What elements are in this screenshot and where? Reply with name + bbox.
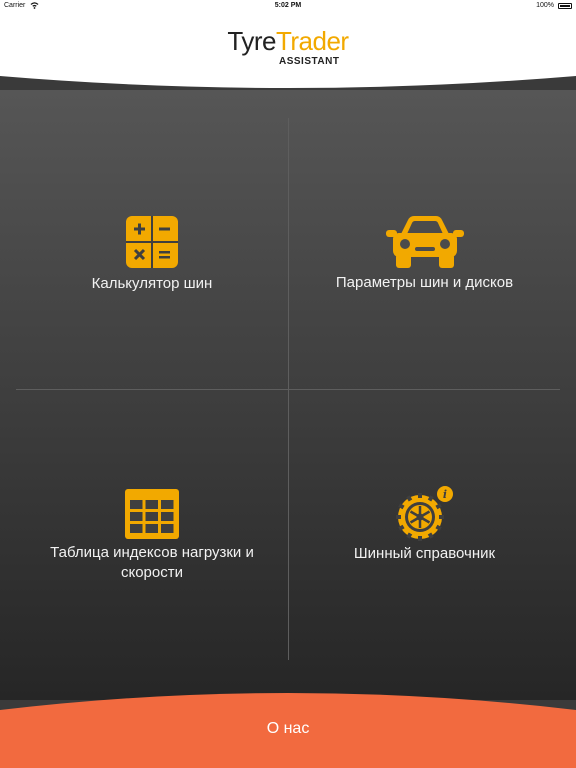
parameters-label: Параметры шин и дисков: [335, 274, 514, 291]
reference-tile[interactable]: i Шинный справочник: [289, 485, 560, 564]
reference-label: Шинный справочник: [353, 545, 496, 562]
about-label: О нас: [266, 720, 310, 737]
calculator-label: Калькулятор шин: [91, 275, 213, 292]
battery-icon: [558, 3, 572, 9]
table-icon: [125, 489, 179, 539]
app-logo: TyreTrader ASSISTANT: [0, 26, 576, 67]
logo-trader-text: Trader: [275, 26, 349, 56]
status-time: 5:02 PM: [274, 2, 302, 9]
battery-percent: 100%: [536, 2, 554, 9]
calculator-icon: [126, 216, 178, 268]
index-table-label-line1: Таблица индексов нагрузки и: [50, 544, 254, 561]
index-table-label-line2: скорости: [120, 564, 183, 581]
tyre-info-icon: i: [395, 486, 453, 541]
horizontal-divider: [16, 389, 560, 390]
logo-tyre-text: Tyre: [227, 26, 276, 56]
status-bar: Carrier 5:02 PM 100%: [0, 0, 576, 12]
index-table-tile[interactable]: Таблица индексов нагрузки и скорости: [16, 488, 288, 583]
logo-subtitle: ASSISTANT: [279, 56, 340, 67]
calculator-tile[interactable]: Калькулятор шин: [16, 214, 288, 294]
car-icon: [385, 216, 464, 268]
parameters-tile[interactable]: Параметры шин и дисков: [289, 214, 560, 293]
svg-text:i: i: [442, 488, 446, 501]
